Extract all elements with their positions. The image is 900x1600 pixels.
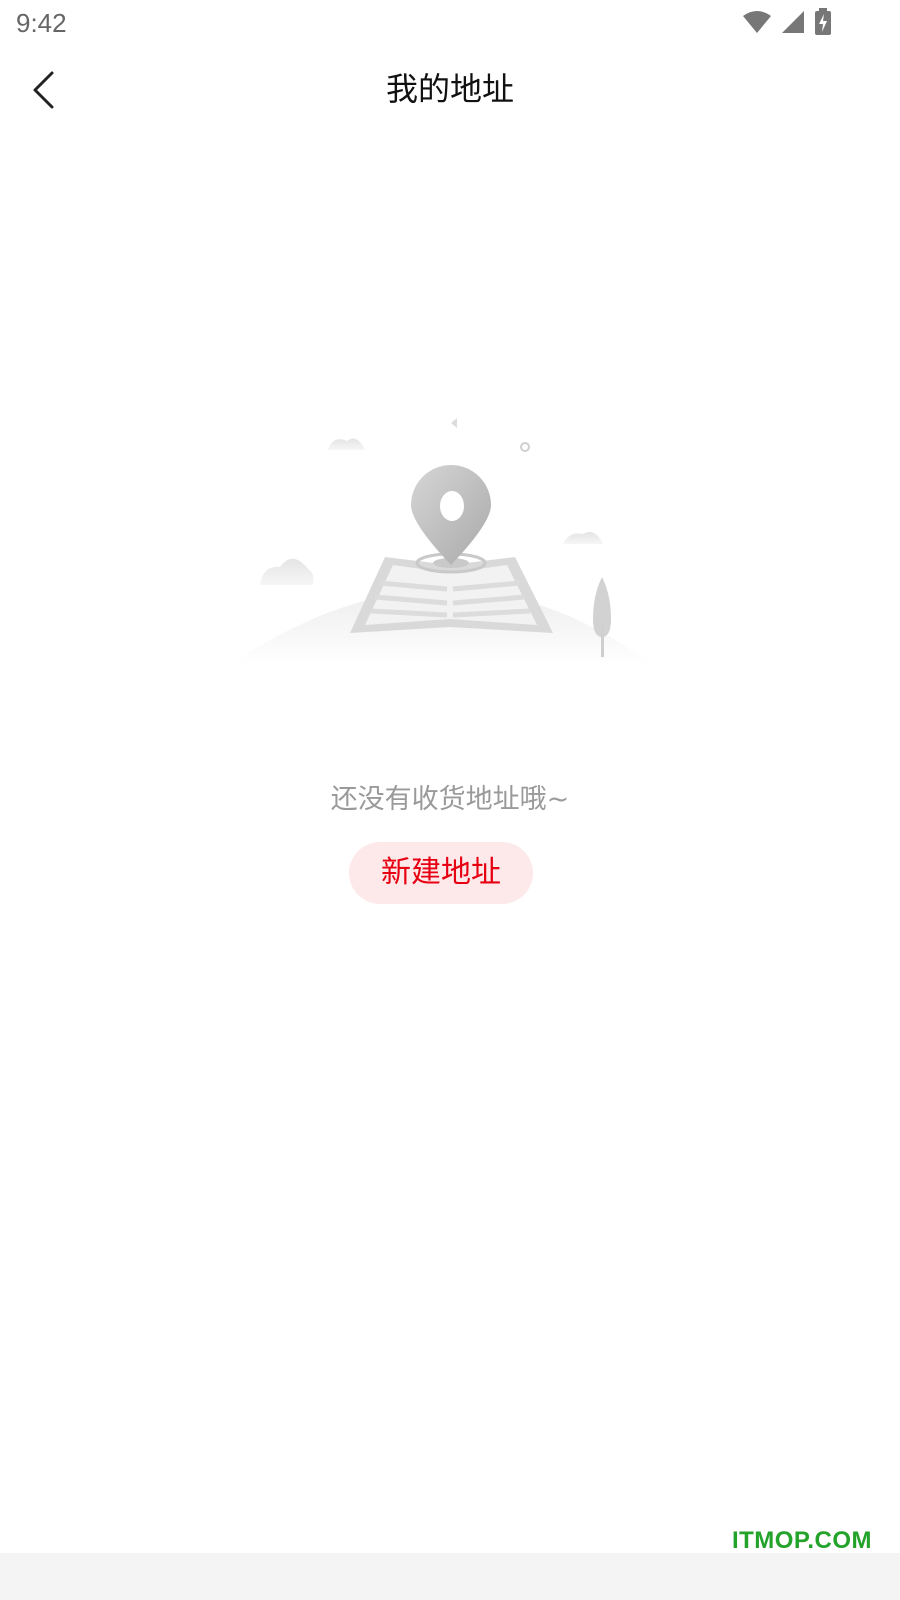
new-address-button[interactable]: 新建地址 [349,842,533,904]
page-title: 我的地址 [385,70,514,108]
status-bar: 9:42 [0,0,900,48]
bottom-strip [0,1553,900,1600]
watermark: ITMOP.COM [731,1527,872,1554]
cellular-signal-icon [780,9,806,35]
empty-address-illustration [225,405,675,675]
battery-charging-icon [814,8,832,36]
status-time: 9:42 [16,8,67,38]
status-icons [742,8,832,36]
wifi-icon [742,9,772,35]
nav-bar: 我的地址 [0,48,900,138]
empty-address-message: 还没有收货地址哦~ [330,784,570,815]
